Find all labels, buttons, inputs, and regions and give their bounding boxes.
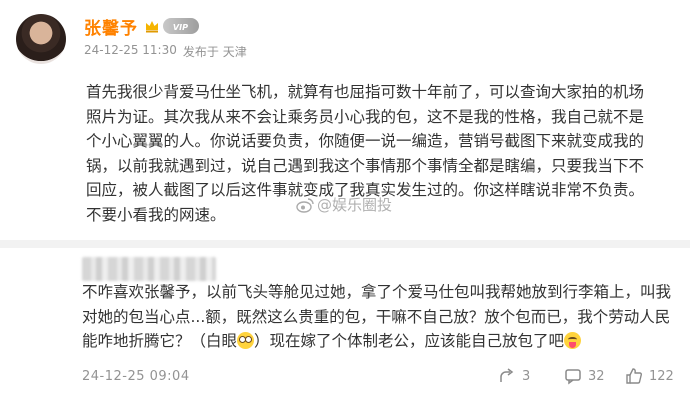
avatar[interactable] [16, 14, 66, 64]
like-button[interactable]: 122 [625, 367, 674, 385]
vip-badge: VIP [163, 18, 199, 34]
share-button[interactable]: 3 [498, 367, 530, 385]
post-meta: 24-12-25 11:30 发布于 天津 [84, 43, 247, 60]
comment-line: 对她的包当心点...额，既然这么贵重的包，干嘛不自己放？放个包而已，我个劳动人民 [82, 307, 671, 326]
comment-icon [565, 369, 581, 385]
like-icon [626, 368, 642, 384]
weibo-logo-icon [296, 197, 314, 213]
share-icon [500, 368, 514, 382]
comment-line: 不咋喜欢张馨予，以前飞头等舱见过她，拿了个爱马仕包叫我帮她放到行李箱上，叫我 [82, 283, 672, 301]
blurred-commenter-name [82, 257, 216, 281]
comment-footer: 24-12-25 09:04 3 32 122 [0, 366, 690, 390]
user-name[interactable]: 张馨予 [84, 14, 138, 39]
tongue-emoji [564, 332, 582, 349]
watermark-text: @娱乐圈投 [317, 196, 393, 214]
comment-time: 24-12-25 09:04 [82, 369, 190, 384]
post-body-line: 照片为证。其次我从来不会让乘务员小心我的包，这不是我的性格，我自己就不是 [86, 107, 645, 126]
eye-roll-emoji [237, 332, 255, 349]
comment-button[interactable]: 32 [564, 367, 605, 385]
crown-icon [144, 18, 160, 34]
like-count: 122 [649, 368, 674, 384]
comment-count: 32 [588, 368, 605, 384]
svg-text:VIP: VIP [173, 22, 188, 31]
comment-text: 不咋喜欢张馨予，以前飞头等舱见过她，拿了个爱马仕包叫我帮她放到行李箱上，叫我 对… [82, 280, 672, 354]
post-time: 24-12-25 11:30 [84, 43, 177, 57]
section-divider [0, 240, 690, 248]
post-body-line: 个小心翼翼的人。你说话要负责，你随便一说一编造，营销号截图下来就变成我的 [86, 132, 645, 150]
watermark: @娱乐圈投 [296, 194, 392, 215]
post-body-line: 锅，以前我就遇到过，说自己遇到我这个事情那个事情全都是瞎编，只要我当下不 [86, 156, 645, 175]
share-count: 3 [522, 368, 531, 384]
post-location: 发布于 天津 [182, 45, 247, 59]
comment-line: 能咋地折腾它？（白眼 ）现在嫁了个体制老公，应该能自己放包了吧 [82, 329, 672, 354]
comment-item: 不咋喜欢张馨予，以前飞头等舱见过她，拿了个爱马仕包叫我帮她放到行李箱上，叫我 对… [0, 248, 690, 413]
post-body-line: 首先我很少背爱马仕坐飞机，就算有也屈指可数十年前了，可以查询大家拍的机场 [86, 83, 645, 101]
user-name-row: 张馨予 VIP [84, 14, 199, 39]
comment-line-end: ）现在嫁了个体制老公，应该能自己放包了吧 [254, 332, 565, 350]
comment-line-start: 能咋地折腾它？（白眼 [82, 332, 238, 350]
weibo-post: 张馨予 VIP 24-12-25 11:30 发布于 天津 首先我很少背爱马仕坐… [0, 0, 690, 240]
